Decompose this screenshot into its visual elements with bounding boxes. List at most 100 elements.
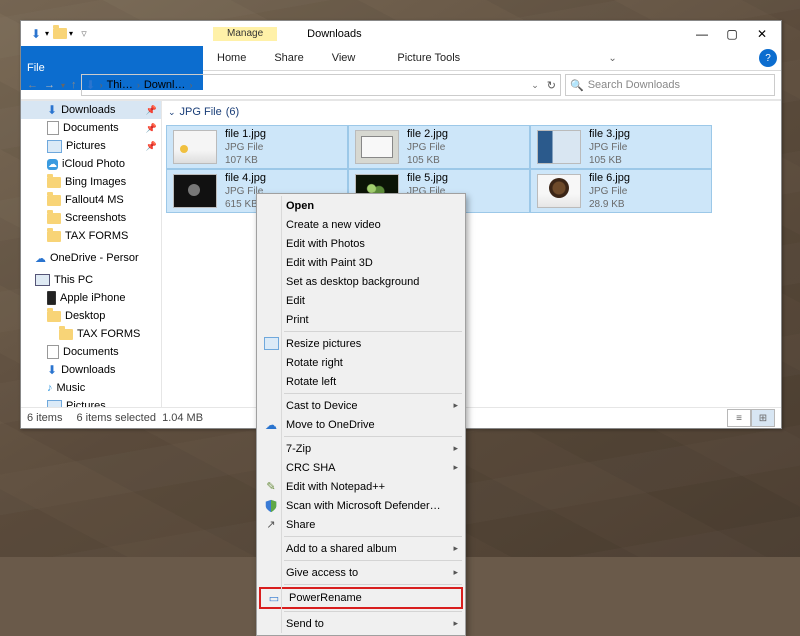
refresh-button[interactable]: ↻ — [547, 79, 556, 92]
chevron-right-icon: › — [189, 80, 192, 90]
sidebar-item-onedrive[interactable]: ☁OneDrive - Persor — [21, 249, 161, 267]
pin-icon: 📌 — [146, 141, 157, 152]
tab-share[interactable]: Share — [260, 46, 317, 70]
ribbon-expand-icon[interactable]: ⌄ — [608, 53, 616, 64]
sidebar-item-fallout4[interactable]: Fallout4 MS — [21, 191, 161, 209]
sidebar-item-downloads[interactable]: ⬇Downloads📌 — [21, 101, 161, 119]
title-bar: ⬇ ▾ ▾ ▿ Manage Downloads — ▢ ✕ — [21, 21, 781, 46]
file-size: 107 KB — [225, 154, 266, 167]
menu-give-access-to[interactable]: Give access to▸ — [258, 563, 464, 582]
menu-shared-album[interactable]: Add to a shared album▸ — [258, 539, 464, 558]
menu-7zip[interactable]: 7-Zip▸ — [258, 439, 464, 458]
menu-set-background[interactable]: Set as desktop background — [258, 272, 464, 291]
maximize-button[interactable]: ▢ — [717, 23, 747, 45]
folder-icon — [47, 195, 61, 206]
tab-picture-tools[interactable]: Picture Tools — [383, 46, 474, 70]
pin-icon: 📌 — [146, 105, 157, 116]
menu-powerrename[interactable]: ▭PowerRename — [261, 589, 461, 607]
menu-crc-sha[interactable]: CRC SHA▸ — [258, 458, 464, 477]
file-thumbnail — [173, 174, 217, 208]
file-item[interactable]: file 1.jpgJPG File107 KB — [166, 125, 348, 169]
folder-icon — [49, 23, 71, 45]
file-item[interactable]: file 3.jpgJPG File105 KB — [530, 125, 712, 169]
menu-open[interactable]: Open — [258, 196, 464, 215]
folder-icon — [59, 329, 73, 340]
close-button[interactable]: ✕ — [747, 23, 777, 45]
file-size: 105 KB — [589, 154, 630, 167]
sidebar-item-iphone[interactable]: Apple iPhone — [21, 289, 161, 307]
file-item[interactable]: file 2.jpgJPG File105 KB — [348, 125, 530, 169]
nav-forward-button[interactable]: → — [44, 79, 55, 91]
tab-view[interactable]: View — [318, 46, 370, 70]
resize-icon — [263, 336, 279, 352]
shield-icon — [263, 498, 279, 514]
sidebar-item-downloads-2[interactable]: ⬇Downloads — [21, 361, 161, 379]
address-bar[interactable]: ⬇ › Thi… › Downl… › ⌄ ↻ — [81, 74, 561, 96]
content-pane: ⌄ JPG File (6) file 1.jpgJPG File107 KBf… — [162, 101, 781, 407]
sidebar-item-tax-forms-2[interactable]: TAX FORMS — [21, 325, 161, 343]
menu-cast-to-device[interactable]: Cast to Device▸ — [258, 396, 464, 415]
menu-print[interactable]: Print — [258, 310, 464, 329]
sidebar-item-screenshots[interactable]: Screenshots — [21, 209, 161, 227]
sidebar-item-label: Documents — [63, 346, 119, 358]
nav-history-dropdown[interactable]: ▾ — [61, 81, 65, 90]
folder-icon — [47, 213, 61, 224]
sidebar-item-icloud[interactable]: ☁iCloud Photo — [21, 155, 161, 173]
search-placeholder: Search Downloads — [588, 79, 680, 91]
group-count: (6) — [226, 106, 239, 118]
status-item-count: 6 items — [27, 412, 62, 424]
contextual-tab-header: Manage — [213, 27, 277, 41]
menu-edit-photos[interactable]: Edit with Photos — [258, 234, 464, 253]
tab-home[interactable]: Home — [203, 46, 260, 70]
breadcrumb[interactable]: Thi… — [107, 79, 133, 91]
view-tiles-button[interactable]: ⊞ — [751, 409, 775, 427]
menu-edit-paint3d[interactable]: Edit with Paint 3D — [258, 253, 464, 272]
qat-customize[interactable]: ▿ — [73, 23, 95, 45]
submenu-arrow-icon: ▸ — [453, 400, 458, 411]
nav-back-button[interactable]: ← — [27, 79, 38, 91]
group-header[interactable]: ⌄ JPG File (6) — [162, 101, 781, 123]
file-thumbnail — [355, 130, 399, 164]
address-dropdown[interactable]: ⌄ — [531, 80, 539, 91]
file-name: file 6.jpg — [589, 172, 630, 185]
sidebar-item-documents-2[interactable]: Documents — [21, 343, 161, 361]
sidebar-item-label: This PC — [54, 274, 93, 286]
help-button[interactable]: ? — [759, 49, 777, 67]
download-icon: ⬇ — [47, 363, 57, 377]
sidebar-item-pictures[interactable]: Pictures📌 — [21, 137, 161, 155]
notepad-icon: ✎ — [263, 479, 279, 495]
sidebar-item-label: Music — [57, 382, 86, 394]
sidebar-item-bing-images[interactable]: Bing Images — [21, 173, 161, 191]
minimize-button[interactable]: — — [687, 23, 717, 45]
menu-resize-pictures[interactable]: Resize pictures — [258, 334, 464, 353]
view-details-button[interactable]: ≡ — [727, 409, 751, 427]
menu-share[interactable]: ↗Share — [258, 515, 464, 534]
nav-up-button[interactable]: ↑ — [71, 79, 77, 91]
search-box[interactable]: 🔍 Search Downloads — [565, 74, 775, 96]
menu-notepad-pp[interactable]: ✎Edit with Notepad++ — [258, 477, 464, 496]
breadcrumb[interactable]: Downl… — [144, 79, 186, 91]
folder-icon — [47, 311, 61, 322]
menu-edit[interactable]: Edit — [258, 291, 464, 310]
menu-send-to[interactable]: Send to▸ — [258, 614, 464, 633]
sidebar-item-tax-forms[interactable]: TAX FORMS — [21, 227, 161, 245]
menu-rotate-right[interactable]: Rotate right — [258, 353, 464, 372]
sidebar-item-documents[interactable]: Documents📌 — [21, 119, 161, 137]
menu-move-to-onedrive[interactable]: ☁Move to OneDrive — [258, 415, 464, 434]
menu-create-video[interactable]: Create a new video — [258, 215, 464, 234]
navigation-pane: ⬇Downloads📌 Documents📌 Pictures📌 ☁iCloud… — [21, 101, 162, 407]
folder-icon — [47, 231, 61, 242]
sidebar-item-this-pc[interactable]: This PC — [21, 271, 161, 289]
sidebar-item-label: Fallout4 MS — [65, 194, 124, 206]
file-size: 105 KB — [407, 154, 448, 167]
file-item[interactable]: file 6.jpgJPG File28.9 KB — [530, 169, 712, 213]
highlight-box: ▭PowerRename — [259, 587, 463, 609]
sidebar-item-pictures-2[interactable]: Pictures — [21, 397, 161, 407]
sidebar-item-desktop[interactable]: Desktop — [21, 307, 161, 325]
file-name: file 4.jpg — [225, 172, 266, 185]
address-bar-row: ← → ▾ ↑ ⬇ › Thi… › Downl… › ⌄ ↻ 🔍 Search… — [21, 71, 781, 100]
pc-icon — [35, 274, 50, 286]
sidebar-item-music[interactable]: ♪Music — [21, 379, 161, 397]
menu-defender-scan[interactable]: Scan with Microsoft Defender… — [258, 496, 464, 515]
menu-rotate-left[interactable]: Rotate left — [258, 372, 464, 391]
